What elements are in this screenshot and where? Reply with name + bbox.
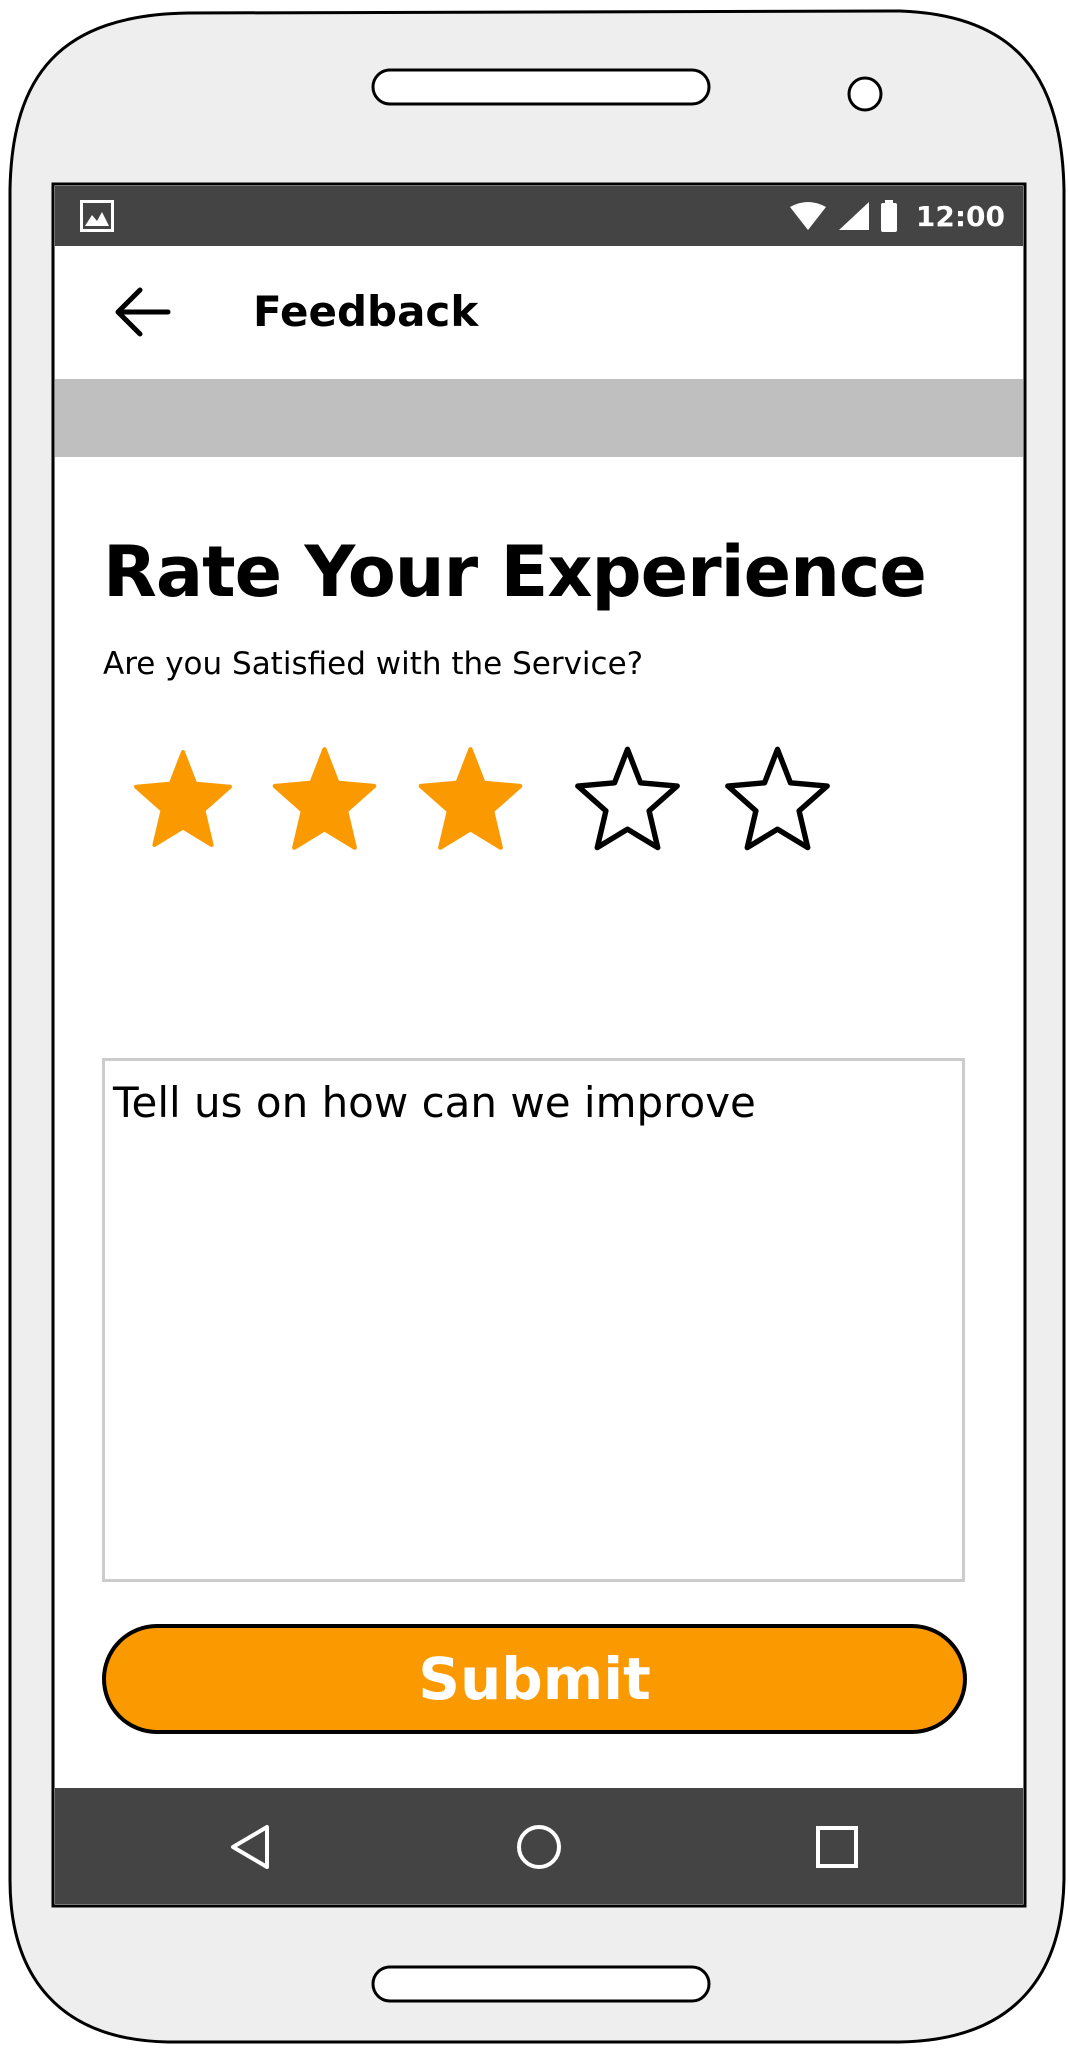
star-5-empty-icon[interactable]: [720, 745, 835, 853]
feedback-textarea[interactable]: Tell us on how can we improve: [102, 1058, 965, 1582]
status-bar: 12:00: [55, 186, 1023, 246]
wifi-icon: [789, 202, 826, 230]
status-time: 12:00: [915, 199, 1005, 233]
submit-label: Submit: [418, 1645, 651, 1713]
cellular-signal-icon: [838, 202, 869, 230]
nav-back-icon[interactable]: [225, 1821, 277, 1873]
star-1-filled-icon[interactable]: [130, 748, 236, 850]
feedback-placeholder: Tell us on how can we improve: [113, 1078, 756, 1127]
screen: 12:00 Feedback Rate Your Experience Are …: [55, 186, 1023, 1904]
section-subheading: Are you Satisfied with the Service?: [103, 646, 644, 682]
navigation-bar: [55, 1788, 1023, 1904]
battery-icon: [880, 200, 897, 232]
front-camera: [847, 76, 883, 112]
bottom-speaker: [371, 1965, 711, 2003]
status-right: 12:00: [788, 186, 1005, 246]
app-bar: Feedback: [55, 246, 1023, 379]
page-title: Feedback: [253, 287, 479, 336]
star-4-empty-icon[interactable]: [570, 745, 685, 853]
submit-button[interactable]: Submit: [102, 1624, 967, 1734]
section-heading: Rate Your Experience: [103, 531, 927, 613]
banner-placeholder: [55, 379, 1023, 457]
image-notification-icon: [80, 200, 114, 232]
earpiece-speaker: [371, 68, 711, 106]
nav-recents-icon[interactable]: [811, 1821, 863, 1873]
arrow-left-icon[interactable]: [110, 280, 174, 344]
star-2-filled-icon[interactable]: [267, 745, 382, 853]
star-3-filled-icon[interactable]: [413, 745, 528, 853]
nav-home-icon[interactable]: [513, 1821, 565, 1873]
